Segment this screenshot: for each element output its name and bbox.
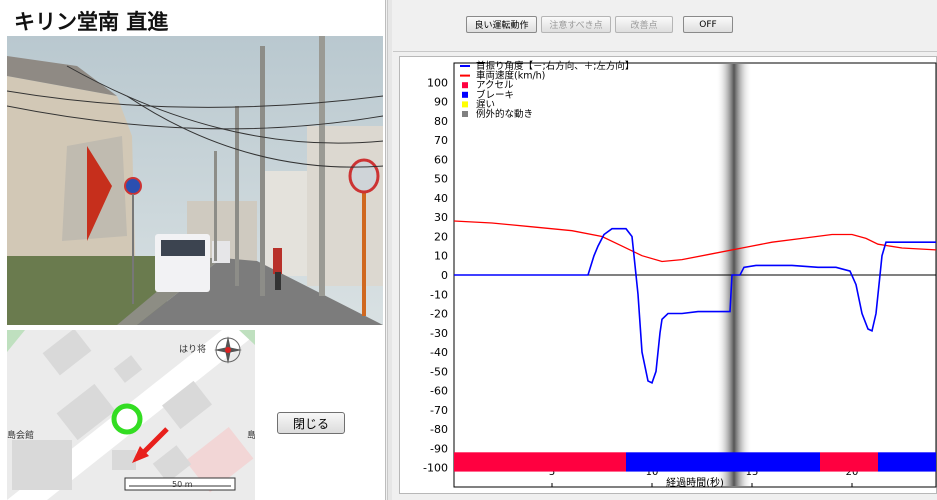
y-tick-label: 100 (427, 76, 448, 89)
map-scale-label: 50 m (172, 480, 193, 489)
legend-swatch (462, 101, 468, 108)
close-button[interactable]: 閉じる (277, 412, 345, 434)
good-driving-button[interactable]: 良い運転動作 (466, 16, 537, 33)
legend-swatch (462, 82, 468, 89)
page-title: キリン堂南 直進 (14, 10, 169, 34)
y-tick-label: -10 (430, 288, 448, 301)
y-tick-label: -80 (430, 423, 448, 436)
y-tick-label: -20 (430, 308, 448, 321)
analysis-panel: 良い運転動作 注意すべき点 改善点 OFF 100 90 80 70 60 50 40 30 2… (393, 0, 937, 500)
street-photo (7, 36, 383, 325)
improvement-point-button[interactable]: 改善点 (615, 16, 673, 33)
y-tick-label: 30 (434, 211, 448, 224)
state-bar-segment (820, 452, 878, 472)
y-tick-label: -100 (423, 462, 448, 475)
caution-point-button[interactable]: 注意すべき点 (541, 16, 611, 33)
y-tick-label: -40 (430, 346, 448, 359)
legend-swatch (462, 91, 468, 98)
y-tick-label: 90 (434, 96, 448, 109)
map-label-right: 島 (247, 429, 255, 441)
toolbar: 良い運転動作 注意すべき点 改善点 OFF (393, 0, 937, 52)
y-tick-label: -50 (430, 365, 448, 378)
y-tick-label: -30 (430, 327, 448, 340)
legend-label: 例外的な動き (476, 108, 533, 120)
y-tick-label: -90 (430, 442, 448, 455)
map-label-shimakaikan: 島会館 (7, 429, 34, 441)
chart: 1009080706050403020100-10-20-30-40-50-60… (423, 60, 937, 489)
legend-swatch (462, 111, 468, 117)
pane-divider[interactable] (387, 0, 392, 500)
x-axis-label: 経過時間(秒) (666, 476, 724, 489)
video-panel: キリン堂南 直進 はり将 島会館 島 50 m 閉じる (0, 0, 386, 500)
y-tick-label: 0 (441, 269, 448, 282)
y-tick-label: 80 (434, 115, 448, 128)
y-tick-label: 40 (434, 192, 448, 205)
y-tick-label: -70 (430, 404, 448, 417)
y-tick-label: 10 (434, 250, 448, 263)
state-bar-segment (454, 452, 626, 472)
y-tick-label: 60 (434, 153, 448, 166)
state-bar-segment (878, 452, 936, 472)
y-tick-label: 50 (434, 173, 448, 186)
y-tick-label: 20 (434, 230, 448, 243)
y-tick-label: 70 (434, 134, 448, 147)
chart-area: 100 90 80 70 60 50 40 30 20 10 0 -10 -20 -30 -40 -50 -60… (399, 56, 937, 494)
off-button[interactable]: OFF (683, 16, 733, 33)
map-label-hari: はり将 (179, 344, 206, 355)
location-map[interactable]: はり将 島会館 島 50 m (7, 330, 255, 500)
y-tick-label: -60 (430, 385, 448, 398)
state-bar-segment (626, 452, 820, 472)
